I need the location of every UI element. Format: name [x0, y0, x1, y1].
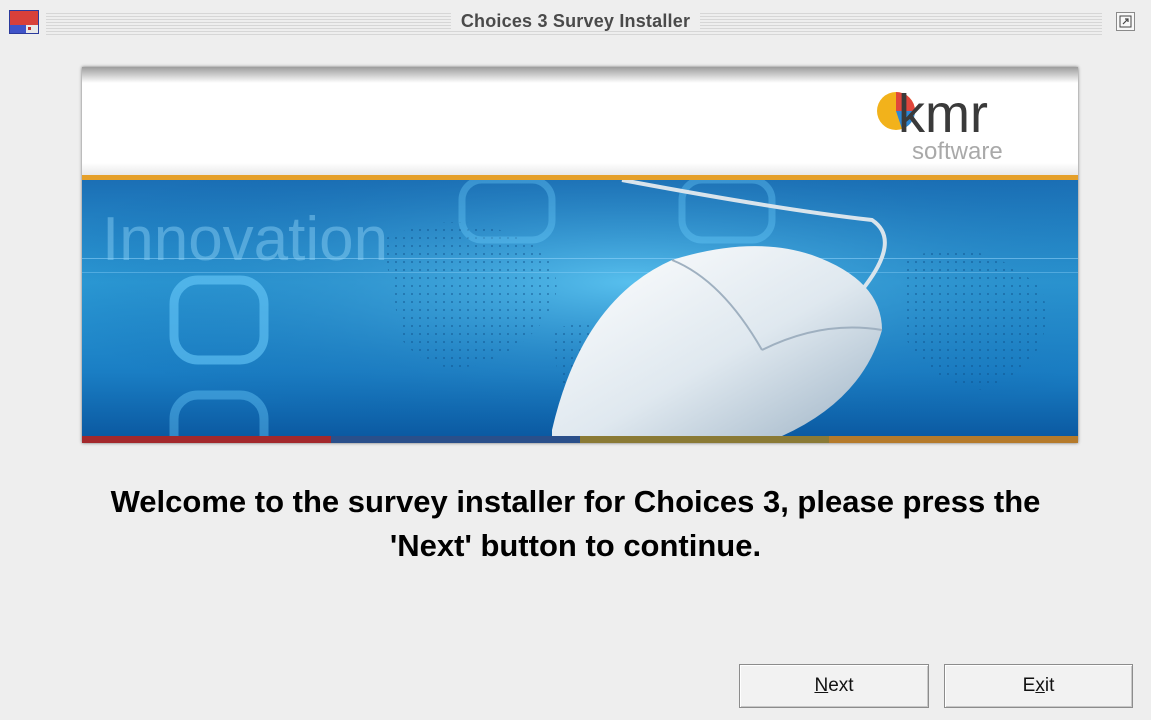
welcome-message: Welcome to the survey installer for Choi…	[30, 480, 1121, 568]
logo-sub-text: software	[912, 138, 1003, 165]
installer-window: Choices 3 Survey Installer kmr software	[0, 0, 1151, 720]
welcome-line-2: 'Next' button to continue.	[389, 528, 762, 563]
innovation-watermark: Innovation	[102, 205, 388, 274]
maximize-icon	[1119, 15, 1132, 28]
kmr-software-logo: kmr software	[877, 84, 1003, 165]
banner-image: kmr software Innovation	[82, 67, 1078, 443]
title-bar[interactable]: Choices 3 Survey Installer	[0, 0, 1151, 44]
next-button-label: Next	[814, 675, 854, 696]
welcome-line-1: Welcome to the survey installer for Choi…	[110, 484, 1041, 519]
maximize-button[interactable]	[1116, 12, 1135, 31]
exit-button-label: Exit	[1022, 675, 1055, 696]
window-title: Choices 3 Survey Installer	[0, 11, 1151, 32]
logo-main-text: kmr	[898, 84, 988, 144]
exit-button[interactable]: Exit	[944, 664, 1133, 708]
next-button[interactable]: Next	[739, 664, 929, 708]
banner-color-strip	[82, 436, 1078, 443]
innovation-mouse-picture: Innovation	[82, 180, 1078, 436]
